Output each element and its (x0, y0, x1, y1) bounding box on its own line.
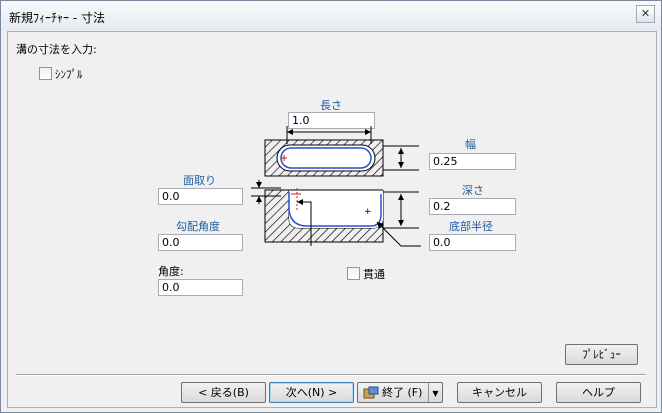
finish-icon (363, 386, 379, 399)
draft-angle-input[interactable] (158, 234, 243, 251)
close-button[interactable]: ✕ (636, 5, 655, 23)
simple-checkbox[interactable] (39, 67, 52, 80)
bottom-radius-input[interactable] (429, 234, 516, 251)
through-label: 貫通 (363, 268, 385, 281)
finish-dropdown-icon[interactable]: ▼ (428, 383, 442, 402)
window-title: 新規ﾌｨｰﾁｬｰ - 寸法 (9, 11, 105, 25)
width-input[interactable] (429, 153, 516, 170)
preview-button[interactable]: ﾌﾟﾚﾋﾞｭｰ (565, 344, 638, 365)
finish-button[interactable]: 終了 (F) ▼ (357, 382, 443, 403)
depth-input[interactable] (429, 198, 516, 215)
finish-label: 終了 (F) (382, 386, 423, 399)
simple-label: ｼﾝﾌﾟﾙ (55, 68, 83, 81)
dialog-window: 新規ﾌｨｰﾁｬｰ - 寸法 ✕ 溝の寸法を入力: ｼﾝﾌﾟﾙ 長さ 幅 深さ 底… (0, 0, 662, 413)
width-label: 幅 (465, 138, 476, 151)
close-icon: ✕ (640, 7, 651, 20)
svg-text:+: + (364, 207, 372, 217)
depth-label: 深さ (462, 184, 484, 197)
title-bar[interactable]: 新規ﾌｨｰﾁｬｰ - 寸法 ✕ (1, 1, 661, 31)
slot-diagram: + (251, 126, 421, 247)
back-button[interactable]: < 戻る(B) (181, 382, 266, 403)
help-button[interactable]: ヘルプ (556, 382, 641, 403)
prompt-label: 溝の寸法を入力: (16, 43, 97, 56)
through-checkbox[interactable] (347, 267, 360, 280)
angle-input[interactable] (158, 279, 243, 296)
chamfer-label: 面取り (183, 174, 216, 187)
next-button[interactable]: 次へ(N) > (269, 382, 354, 403)
footer-separator (16, 374, 646, 376)
angle-label: 角度: (158, 265, 184, 278)
cancel-button[interactable]: キャンセル (457, 382, 542, 403)
bottom-radius-label: 底部半径 (449, 220, 493, 233)
dialog-content: 溝の寸法を入力: ｼﾝﾌﾟﾙ 長さ 幅 深さ 底部半径 面取り 勾配角度 角度:… (7, 31, 657, 408)
draft-angle-label: 勾配角度 (176, 220, 220, 233)
chamfer-input[interactable] (158, 188, 243, 205)
